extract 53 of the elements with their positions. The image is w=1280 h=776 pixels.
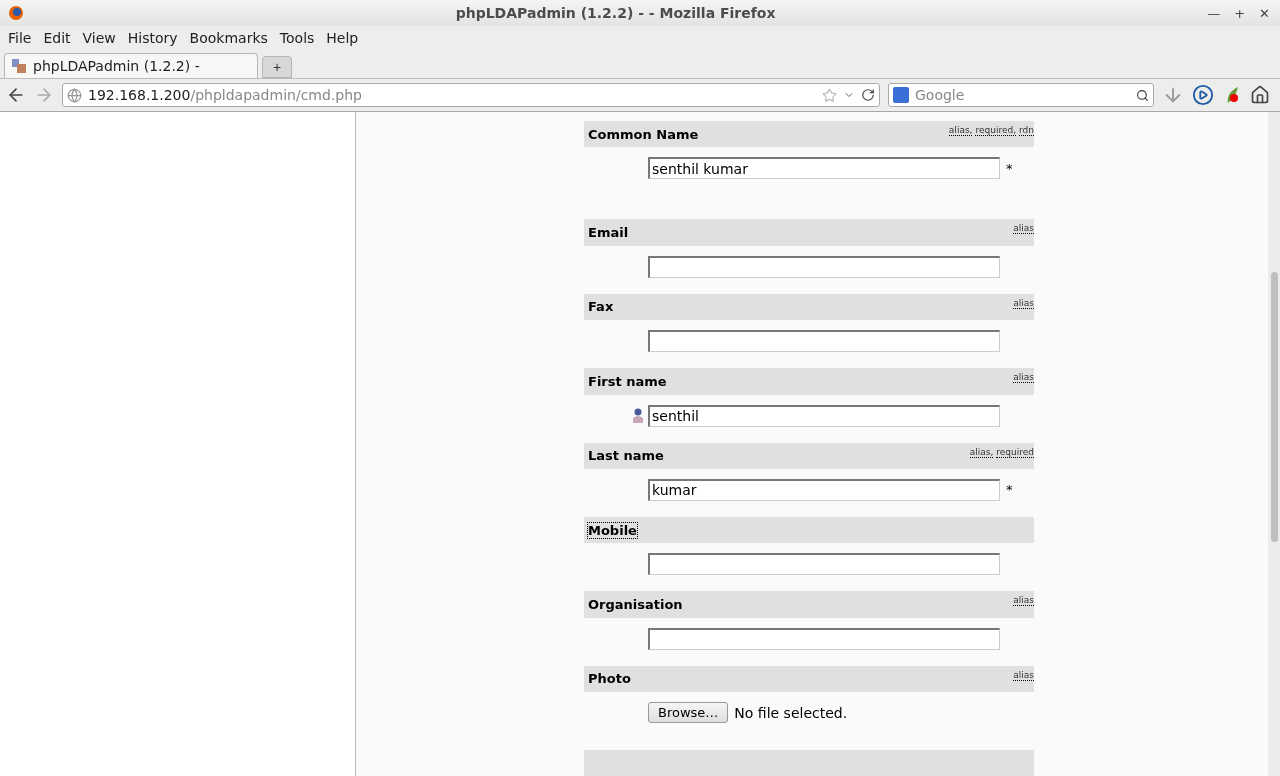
attribute-label: Mobile — [588, 522, 637, 538]
menu-item[interactable]: Help — [320, 30, 365, 46]
reload-icon[interactable] — [861, 88, 875, 102]
play-icon[interactable] — [1192, 84, 1214, 106]
attribute-tag: alias, — [969, 446, 994, 458]
text-field[interactable] — [648, 627, 1000, 650]
address-field[interactable]: 192.168.1.200/phpldapadmin/cmd.php — [62, 83, 880, 107]
search-bar[interactable]: Google — [888, 83, 1154, 107]
attribute-tag: required, — [975, 125, 1017, 136]
text-field[interactable]: senthil — [648, 404, 1000, 427]
home-icon[interactable] — [1250, 85, 1270, 105]
globe-icon — [67, 87, 82, 103]
attribute-label: First name — [588, 373, 667, 389]
text-field[interactable]: senthil kumar — [648, 157, 1000, 180]
menu-item[interactable]: Edit — [37, 30, 77, 46]
attribute-tag: alias — [1013, 297, 1034, 309]
attribute-label: Photo — [588, 671, 631, 687]
bookmark-star-icon[interactable] — [822, 87, 837, 103]
attribute-label: Fax — [588, 299, 614, 315]
new-tab-button[interactable]: + — [262, 56, 292, 78]
attribute-label: Email — [588, 225, 629, 241]
attribute-tag: alias — [1013, 372, 1034, 384]
browser-logo-icon — [8, 5, 24, 21]
attribute-label: Common Name — [588, 126, 699, 142]
menu-item[interactable]: History — [121, 30, 184, 46]
window-control[interactable]: — — [1207, 5, 1221, 21]
scrollbar[interactable] — [1268, 112, 1280, 776]
menu-item[interactable]: Tools — [273, 30, 321, 46]
search-icon[interactable] — [1136, 88, 1149, 102]
text-field[interactable] — [648, 330, 1000, 353]
text-field[interactable] — [648, 255, 1000, 278]
required-marker: * — [1006, 160, 1013, 176]
required-marker: * — [1006, 482, 1013, 498]
attribute-label: Last name — [588, 448, 664, 464]
window-title: phpLDAPadmin (1.2.2) - - Mozilla Firefox — [454, 5, 777, 21]
favicon-icon — [11, 58, 27, 74]
attribute-tag: alias — [1013, 669, 1034, 681]
text-field[interactable]: kumar — [648, 478, 1000, 501]
attribute-tag: rdn — [1019, 125, 1034, 136]
text-field[interactable] — [648, 553, 1000, 576]
attribute-label: Organisation — [588, 597, 683, 613]
browse-button[interactable]: Browse… — [648, 702, 729, 724]
attribute-tag: alias — [1013, 223, 1034, 235]
window-control[interactable]: + — [1234, 5, 1246, 21]
menu-item[interactable]: File — [2, 30, 38, 46]
browser-tab[interactable]: phpLDAPadmin (1.2.2) - — [4, 53, 258, 78]
window-control[interactable]: ✕ — [1259, 5, 1270, 21]
attribute-tag: alias, — [948, 125, 973, 136]
attribute-tag: alias — [1013, 595, 1034, 607]
menu-item[interactable]: Bookmarks — [183, 30, 274, 46]
file-status: No file selected. — [734, 704, 848, 721]
menu-item[interactable]: View — [76, 30, 122, 46]
attribute-tag: required — [996, 446, 1034, 458]
